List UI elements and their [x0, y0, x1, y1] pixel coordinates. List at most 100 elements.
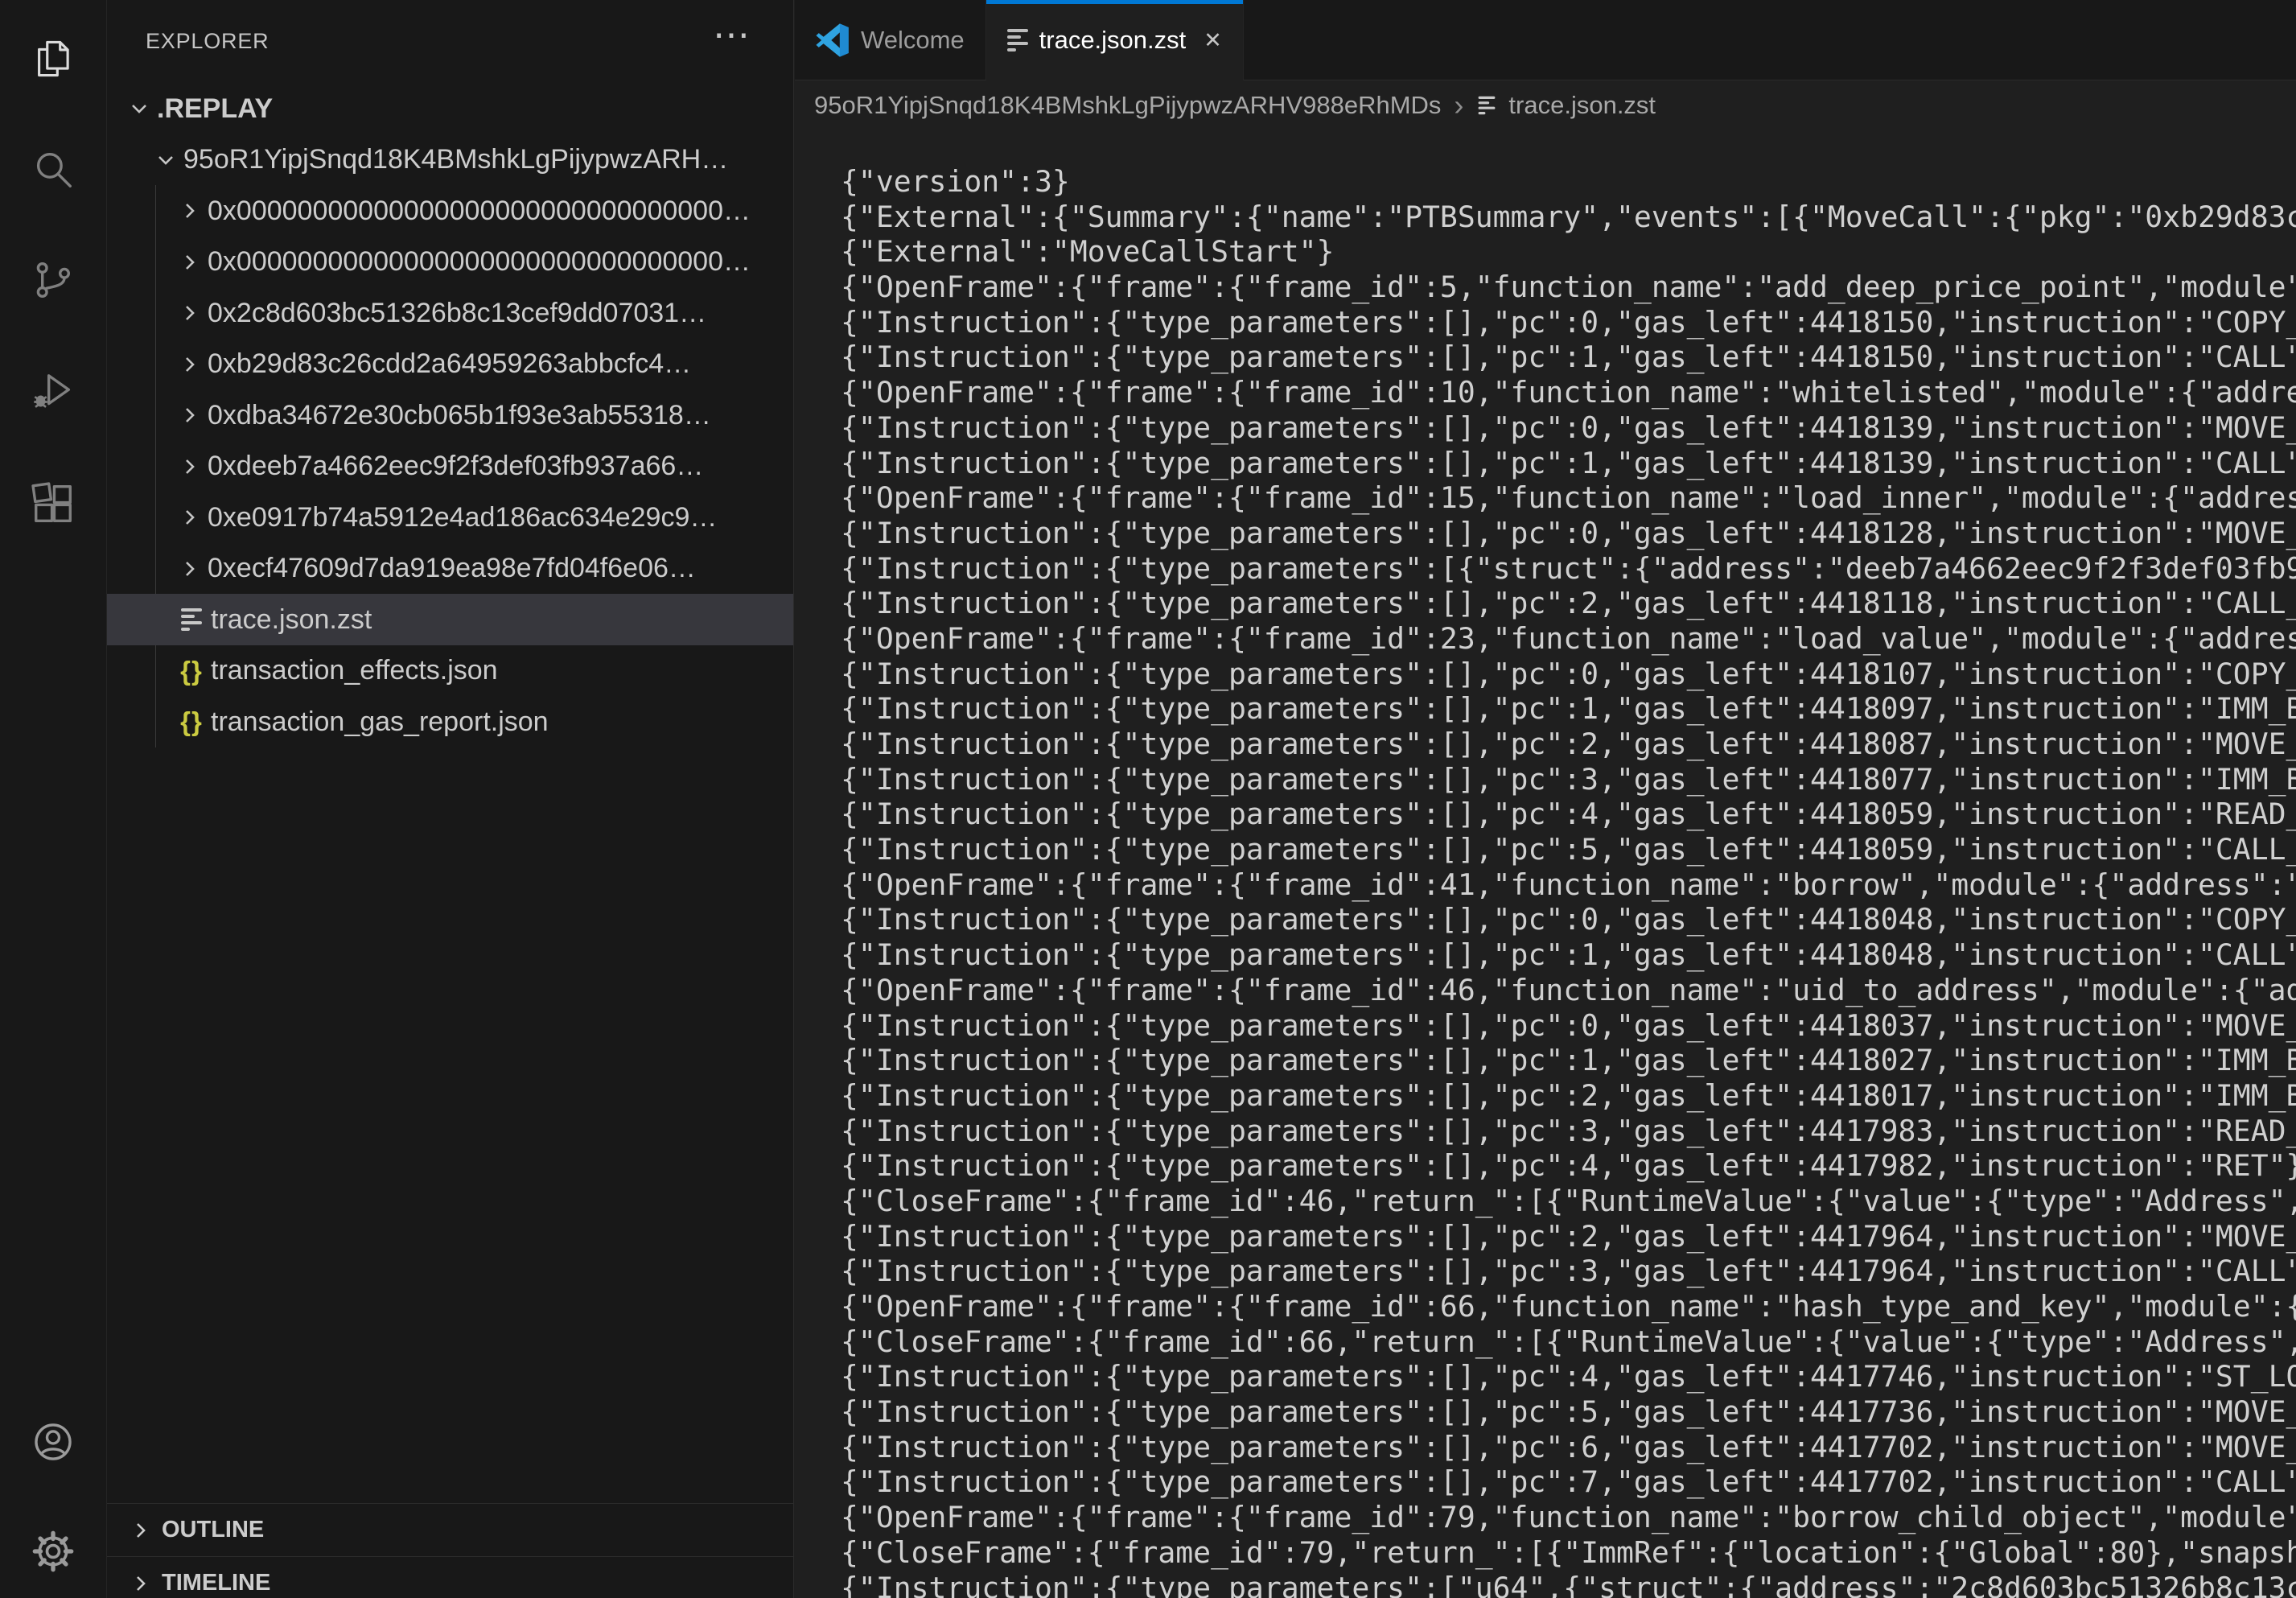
code-line: {"Instruction":{"type_parameters":[],"pc…: [841, 1394, 2296, 1430]
activity-account-button[interactable]: [0, 1394, 106, 1490]
tree-item-label: .REPLAY: [157, 93, 273, 125]
tree-item[interactable]: {}transaction_gas_report.json: [107, 696, 793, 748]
code-line: {"Instruction":{"type_parameters":[{"str…: [841, 551, 2296, 587]
code-line: {"External":{"Summary":{"name":"PTBSumma…: [841, 200, 2296, 235]
tree-item[interactable]: trace.json.zst: [107, 594, 793, 645]
code-line: {"Instruction":{"type_parameters":[],"pc…: [841, 902, 2296, 937]
tree-item-label: 0xecf47609d7da919ea98e7fd04f6e06…: [208, 553, 696, 584]
code-editor[interactable]: {"version":3}{"External":{"Summary":{"na…: [795, 129, 2296, 1598]
code-line: {"Instruction":{"type_parameters":[],"pc…: [841, 1359, 2296, 1394]
run-debug-icon: [30, 367, 76, 414]
tree-item-label: 0xe0917b74a5912e4ad186ac634e29c9…: [208, 502, 717, 533]
code-line: {"Instruction":{"type_parameters":[],"pc…: [841, 1148, 2296, 1184]
chevron-right-icon: [174, 348, 206, 381]
outline-section-header[interactable]: OUTLINE: [107, 1503, 793, 1556]
code-line: {"Instruction":{"type_parameters":[],"pc…: [841, 340, 2296, 375]
explorer-sidebar: EXPLORER ⋯ .REPLAY95oR1YipjSnqd18K4BMshk…: [107, 0, 794, 1598]
breadcrumb-folder[interactable]: 95oR1YipjSnqd18K4BMshkLgPijypwzARHV988eR…: [814, 91, 1441, 120]
tree-item[interactable]: .REPLAY: [107, 83, 793, 134]
code-line: {"Instruction":{"type_parameters":[],"pc…: [841, 1219, 2296, 1254]
json-icon: {}: [174, 655, 209, 687]
code-line: {"Instruction":{"type_parameters":[],"pc…: [841, 657, 2296, 692]
code-line: {"OpenFrame":{"frame":{"frame_id":5,"fun…: [841, 270, 2296, 305]
explorer-more-actions-button[interactable]: ⋯: [699, 6, 763, 63]
code-line: {"Instruction":{"type_parameters":[],"pc…: [841, 410, 2296, 446]
file-lines-icon: [1479, 96, 1496, 113]
breadcrumb-file[interactable]: trace.json.zst: [1508, 91, 1656, 120]
tab-trace-json-zst[interactable]: trace.json.zst ✕: [986, 0, 1244, 80]
tree-item[interactable]: 0xdba34672e30cb065b1f93e3ab55318…: [107, 389, 793, 441]
chevron-right-icon: [174, 246, 206, 278]
code-line: {"External":"MoveCallStart"}: [841, 234, 2296, 270]
editor-group: Welcome trace.json.zst ✕ 95oR1YipjSnqd18…: [795, 0, 2296, 1598]
activity-explorer-button[interactable]: [0, 10, 106, 107]
code-line: {"CloseFrame":{"frame_id":79,"return_":[…: [841, 1535, 2296, 1571]
code-line: {"Instruction":{"type_parameters":[],"pc…: [841, 1254, 2296, 1289]
code-line: {"OpenFrame":{"frame":{"frame_id":10,"fu…: [841, 375, 2296, 410]
tree-item-label: 0x00000000000000000000000000000000…: [208, 246, 751, 278]
outline-section-label: OUTLINE: [162, 1517, 264, 1543]
code-line: {"Instruction":{"type_parameters":[],"pc…: [841, 516, 2296, 551]
tab-label: trace.json.zst: [1039, 26, 1187, 55]
code-line: {"Instruction":{"type_parameters":[],"pc…: [841, 1430, 2296, 1465]
activity-extensions-button[interactable]: [0, 455, 106, 552]
chevron-down-icon: [150, 144, 182, 176]
breadcrumb: 95oR1YipjSnqd18K4BMshkLgPijypwzARHV988eR…: [795, 81, 2296, 129]
tree-item[interactable]: {}transaction_effects.json: [107, 645, 793, 697]
code-line: {"CloseFrame":{"frame_id":46,"return_":[…: [841, 1184, 2296, 1219]
timeline-section-label: TIMELINE: [162, 1570, 270, 1596]
code-line: {"Instruction":{"type_parameters":[],"pc…: [841, 762, 2296, 797]
vscode-window: EXPLORER ⋯ .REPLAY95oR1YipjSnqd18K4BMshk…: [0, 0, 2296, 1598]
tree-item[interactable]: 0xe0917b74a5912e4ad186ac634e29c9…: [107, 492, 793, 543]
chevron-right-icon: [174, 451, 206, 483]
chevron-right-icon: [174, 399, 206, 431]
search-icon: [30, 146, 76, 192]
tab-welcome[interactable]: Welcome: [795, 0, 986, 80]
chevron-right-icon: [174, 501, 206, 533]
code-line: {"Instruction":{"type_parameters":[],"pc…: [841, 691, 2296, 727]
tree-item-label: 0xdba34672e30cb065b1f93e3ab55318…: [208, 400, 711, 431]
code-line: {"Instruction":{"type_parameters":[],"pc…: [841, 446, 2296, 481]
chevron-right-icon: [174, 553, 206, 585]
code-line: {"Instruction":{"type_parameters":[],"pc…: [841, 727, 2296, 762]
code-line: {"OpenFrame":{"frame":{"frame_id":46,"fu…: [841, 973, 2296, 1008]
code-line: {"Instruction":{"type_parameters":[],"pc…: [841, 1114, 2296, 1149]
json-icon: {}: [174, 706, 209, 738]
activity-search-button[interactable]: [0, 121, 106, 217]
vscode-logo-icon: [816, 23, 850, 57]
tree-item-label: transaction_effects.json: [211, 655, 498, 686]
tree-item[interactable]: 0xdeeb7a4662eec9f2f3def03fb937a66…: [107, 441, 793, 492]
tree-item-label: transaction_gas_report.json: [211, 706, 549, 738]
code-line: {"OpenFrame":{"frame":{"frame_id":23,"fu…: [841, 621, 2296, 657]
code-line: {"Instruction":{"type_parameters":[],"pc…: [841, 937, 2296, 973]
extensions-icon: [30, 480, 76, 527]
activity-settings-button[interactable]: [0, 1503, 106, 1598]
tab-bar: Welcome trace.json.zst ✕: [795, 0, 2296, 80]
tree-item[interactable]: 0x00000000000000000000000000000000…: [107, 185, 793, 237]
activity-bar: [0, 0, 107, 1598]
source-control-icon: [30, 257, 76, 303]
tree-item-label: 95oR1YipjSnqd18K4BMshkLgPijypwzARH…: [183, 144, 728, 175]
tree-item[interactable]: 0xb29d83c26cdd2a64959263abbcfc4…: [107, 339, 793, 390]
timeline-section-header[interactable]: TIMELINE: [107, 1556, 793, 1598]
close-icon[interactable]: ✕: [1204, 28, 1222, 53]
code-line: {"Instruction":{"type_parameters":[],"pc…: [841, 1008, 2296, 1044]
tree-item-label: 0xb29d83c26cdd2a64959263abbcfc4…: [208, 348, 691, 380]
tree-item-label: 0xdeeb7a4662eec9f2f3def03fb937a66…: [208, 451, 703, 482]
tree-item[interactable]: 0xecf47609d7da919ea98e7fd04f6e06…: [107, 543, 793, 595]
chevron-right-icon: [174, 297, 206, 329]
code-line: {"OpenFrame":{"frame":{"frame_id":79,"fu…: [841, 1500, 2296, 1535]
code-line: {"Instruction":{"type_parameters":[],"pc…: [841, 305, 2296, 340]
tree-item-label: trace.json.zst: [211, 604, 372, 636]
activity-source-control-button[interactable]: [0, 232, 106, 328]
tree-item[interactable]: 0x00000000000000000000000000000000…: [107, 237, 793, 288]
tab-label: Welcome: [861, 26, 965, 55]
tree-item[interactable]: 0x2c8d603bc51326b8c13cef9dd07031…: [107, 287, 793, 339]
account-icon: [30, 1419, 76, 1465]
chevron-right-icon: [125, 1514, 157, 1547]
tree-item[interactable]: 95oR1YipjSnqd18K4BMshkLgPijypwzARH…: [107, 134, 793, 186]
code-line: {"version":3}: [841, 164, 2296, 200]
activity-run-debug-button[interactable]: [0, 342, 106, 439]
file-tree: .REPLAY 95oR1YipjSnqd18K4BMshkLgPijypwzAR…: [107, 83, 793, 752]
code-line: {"Instruction":{"type_parameters":[],"pc…: [841, 832, 2296, 867]
